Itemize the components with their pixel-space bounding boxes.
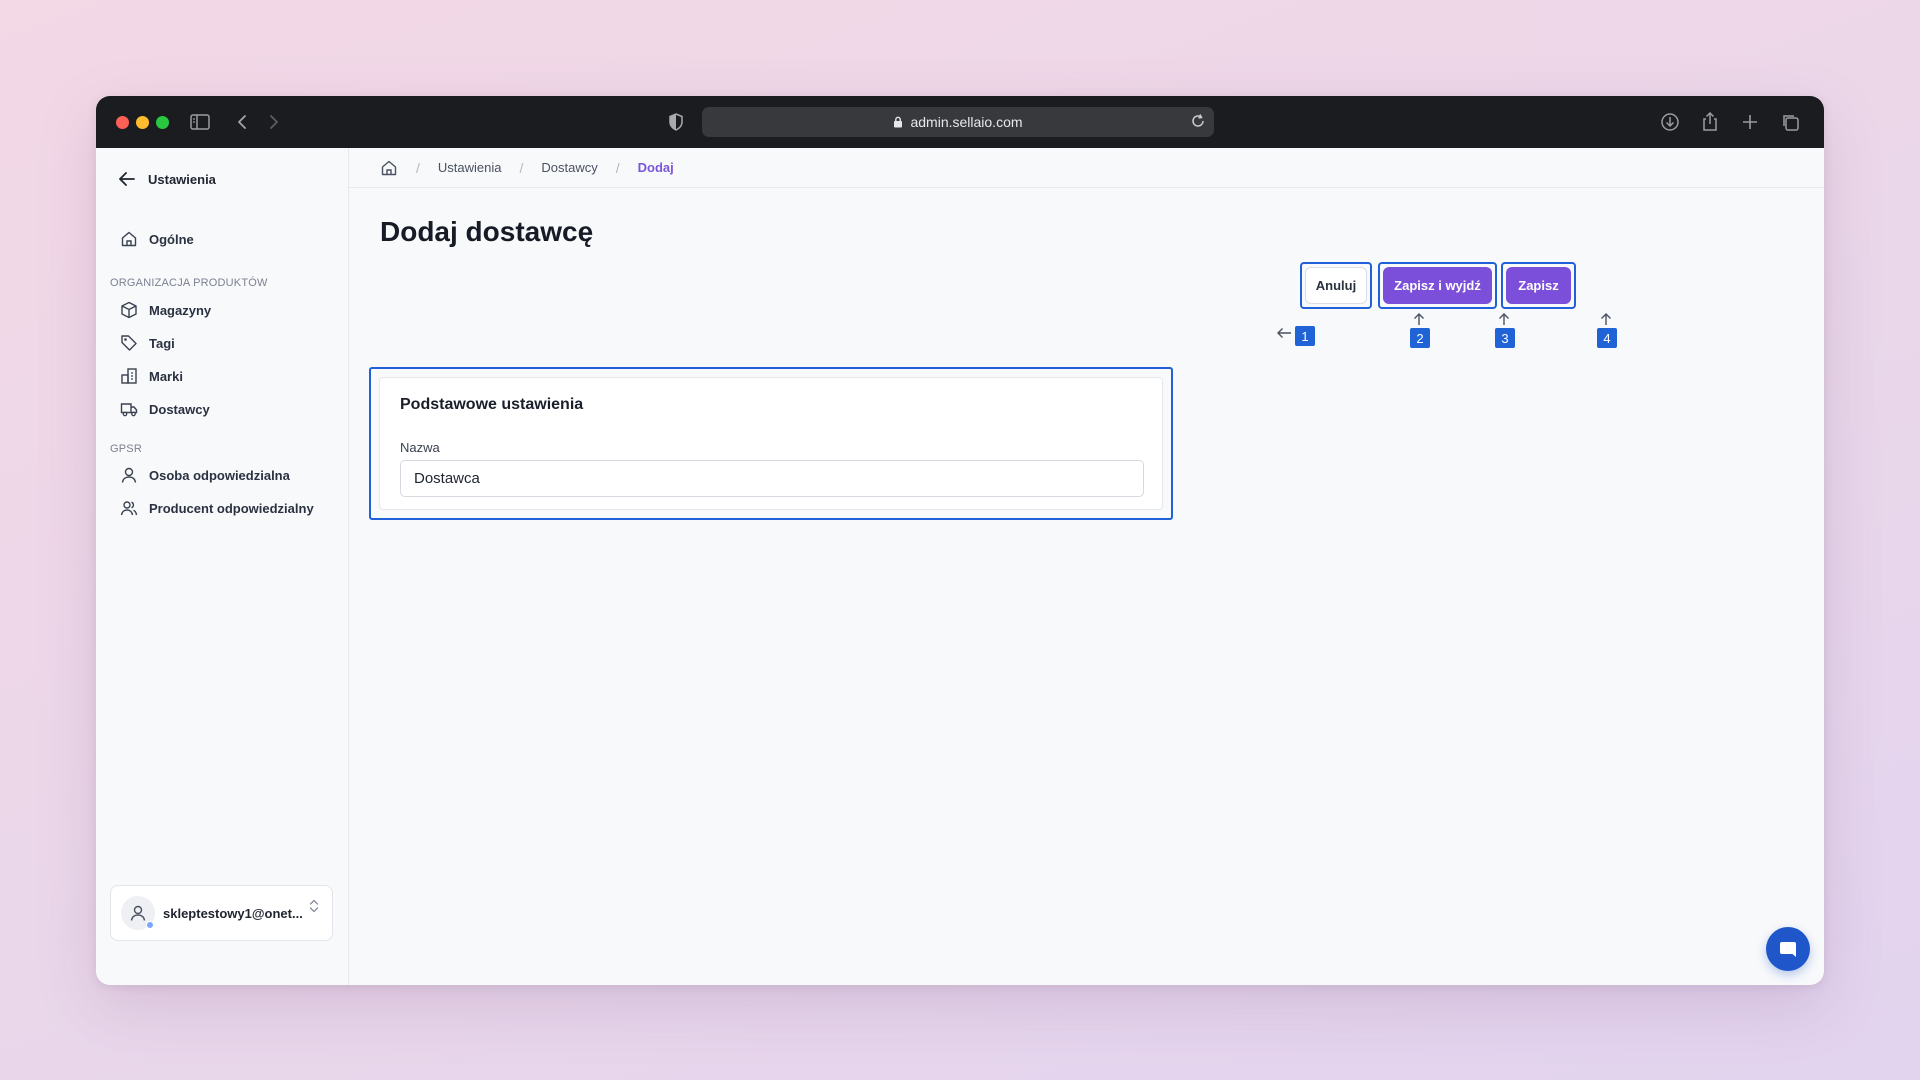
brand-icon: [121, 368, 137, 384]
user-icon: [130, 905, 146, 921]
sidebar-item-label: Producent odpowiedzialny: [149, 500, 314, 516]
breadcrumb-link-settings[interactable]: Ustawienia: [438, 160, 502, 175]
sidebar-item-tags[interactable]: Tagi: [120, 334, 175, 352]
forward-icon[interactable]: [262, 110, 286, 134]
download-icon[interactable]: [1658, 110, 1682, 134]
lock-icon: [894, 116, 903, 128]
settings-sidebar: Ustawienia Ogólne ORGANIZACJA PRODUKTÓW …: [96, 148, 349, 985]
breadcrumb: / Ustawienia / Dostawcy / Dodaj: [349, 148, 1824, 188]
arrow-up-icon: [1601, 313, 1611, 325]
section-products-heading: ORGANIZACJA PRODUKTÓW: [110, 277, 268, 289]
name-field-label: Nazwa: [400, 440, 440, 455]
sidebar-item-brands[interactable]: Marki: [120, 367, 183, 385]
annotation-tag-3: 3: [1495, 328, 1515, 348]
page-title: Dodaj dostawcę: [380, 216, 594, 247]
back-to-settings-link[interactable]: Ustawienia: [118, 171, 216, 187]
address-bar[interactable]: admin.sellaio.com: [702, 107, 1214, 137]
account-switcher[interactable]: skleptestowy1@onet...: [110, 885, 333, 941]
minimize-window-button[interactable]: [136, 116, 149, 129]
sidebar-item-responsible-person[interactable]: Osoba odpowiedzialna: [120, 466, 290, 484]
users-icon: [120, 501, 138, 516]
sidebar-item-label: Tagi: [149, 335, 175, 351]
sidebar-item-label: Magazyny: [149, 302, 212, 318]
sidebar-item-general[interactable]: Ogólne: [120, 230, 194, 248]
breadcrumb-separator: /: [416, 159, 420, 176]
online-status-dot: [146, 921, 154, 929]
privacy-shield-icon[interactable]: [664, 110, 688, 134]
sidebar-item-label: Dostawcy: [149, 401, 210, 417]
home-icon[interactable]: [380, 159, 398, 177]
breadcrumb-current: Dodaj: [637, 160, 674, 175]
address-url: admin.sellaio.com: [910, 114, 1023, 130]
arrow-left-icon: [1277, 328, 1291, 338]
avatar: [121, 896, 155, 930]
chat-support-button[interactable]: [1766, 927, 1810, 971]
back-label: Ustawienia: [148, 171, 216, 187]
sidebar-toggle-icon[interactable]: [188, 110, 212, 134]
browser-toolbar: admin.sellaio.com: [96, 96, 1824, 148]
arrow-left-icon: [119, 172, 135, 186]
tab-overview-icon[interactable]: [1778, 110, 1802, 134]
basic-settings-card: Podstawowe ustawienia Nazwa: [379, 377, 1163, 510]
breadcrumb-separator: /: [519, 159, 524, 176]
card-title: Podstawowe ustawienia: [400, 396, 584, 413]
breadcrumb-separator: /: [615, 159, 620, 176]
browser-window: admin.sellaio.com Ustawienia Ogólne ORGA…: [96, 96, 1824, 985]
section-gpsr-heading: GPSR: [110, 443, 142, 455]
sidebar-item-label: Ogólne: [149, 231, 194, 247]
new-tab-icon[interactable]: [1738, 110, 1762, 134]
tag-icon: [121, 335, 137, 351]
share-icon[interactable]: [1698, 110, 1722, 134]
chat-icon: [1780, 942, 1796, 957]
sidebar-item-label: Osoba odpowiedzialna: [149, 467, 290, 483]
sidebar-item-label: Marki: [149, 368, 183, 384]
annotation-tag-1: 1: [1295, 326, 1315, 346]
close-window-button[interactable]: [116, 116, 129, 129]
sidebar-item-suppliers[interactable]: Dostawcy: [120, 400, 210, 418]
annotation-tag-2: 2: [1410, 328, 1430, 348]
cancel-button[interactable]: Anuluj: [1305, 267, 1367, 304]
user-email: skleptestowy1@onet...: [163, 905, 303, 921]
arrow-up-icon: [1414, 313, 1424, 325]
sidebar-item-warehouses[interactable]: Magazyny: [120, 301, 211, 319]
home-icon: [121, 231, 137, 247]
box-icon: [121, 301, 137, 319]
annotation-tag-4: 4: [1597, 328, 1617, 348]
back-icon[interactable]: [230, 110, 254, 134]
breadcrumb-link-suppliers[interactable]: Dostawcy: [541, 160, 597, 175]
main-content: / Ustawienia / Dostawcy / Dodaj Dodaj do…: [349, 148, 1824, 985]
save-and-exit-button[interactable]: Zapisz i wyjdź: [1383, 267, 1492, 304]
reload-icon[interactable]: [1190, 113, 1206, 129]
chevron-updown-icon: [309, 899, 319, 913]
arrow-up-icon: [1499, 313, 1509, 325]
sidebar-item-responsible-producer[interactable]: Producent odpowiedzialny: [120, 499, 314, 517]
truck-icon: [120, 403, 138, 417]
user-icon: [121, 467, 137, 483]
name-field[interactable]: [400, 460, 1144, 497]
zoom-window-button[interactable]: [156, 116, 169, 129]
save-button[interactable]: Zapisz: [1506, 267, 1571, 304]
